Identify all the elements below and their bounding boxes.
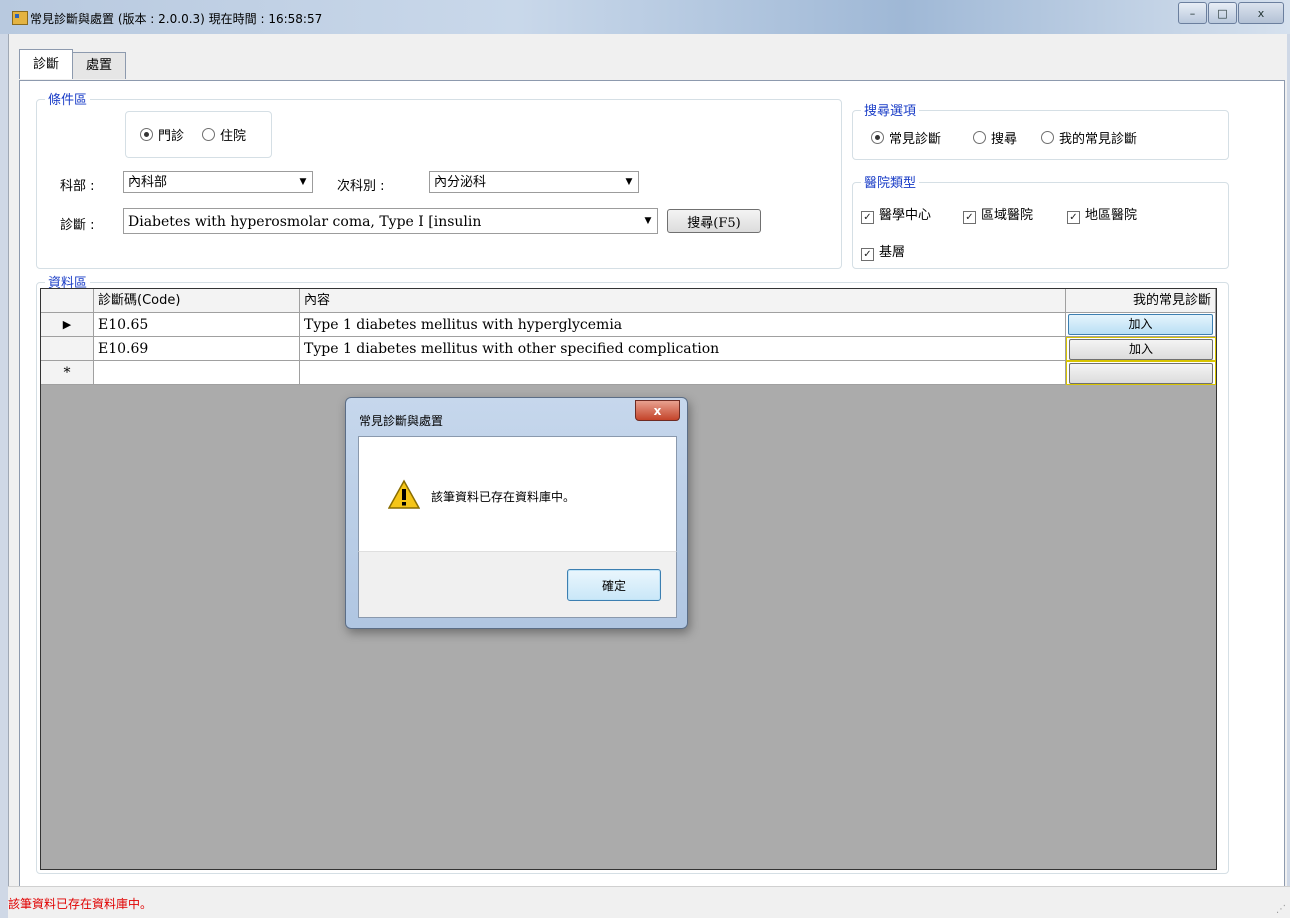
conditions-legend: 條件區 <box>45 89 91 108</box>
check-icon: ✓ <box>861 248 874 261</box>
column-header-my-common[interactable]: 我的常見診斷 <box>1066 289 1216 313</box>
chevron-down-icon: ▼ <box>639 209 657 233</box>
tab-treatment[interactable]: 處置 <box>72 52 127 79</box>
new-row[interactable]: * <box>41 361 1216 385</box>
dept-label: 科部 : <box>60 179 95 194</box>
minimize-button[interactable]: – <box>1178 2 1207 24</box>
tab-diagnosis[interactable]: 診斷 <box>19 49 74 79</box>
radio-outpatient[interactable]: 門診 <box>140 125 184 144</box>
check-icon: ✓ <box>963 211 976 224</box>
diagnosis-value: Diabetes with hyperosmolar coma, Type I … <box>128 214 482 230</box>
care-type-box: 門診 住院 <box>125 111 272 158</box>
dept-value: 內科部 <box>128 175 168 190</box>
dialog-body: 該筆資料已存在資料庫中。 <box>358 436 677 552</box>
window-title: 常見診斷與處置 (版本 : 2.0.0.3) 現在時間 : 16:58:57 <box>30 12 323 26</box>
radio-outpatient-dot <box>140 128 153 141</box>
message-dialog: 常見診斷與處置 x 該筆資料已存在資料庫中。 確定 <box>345 397 688 629</box>
cell-code[interactable] <box>94 361 300 385</box>
close-button[interactable]: x <box>1238 2 1284 24</box>
radio-outpatient-label: 門診 <box>158 129 185 144</box>
radio-my-common[interactable]: 我的常見診斷 <box>1041 128 1137 147</box>
cell-code[interactable]: E10.69 <box>94 337 300 361</box>
check-icon: ✓ <box>1067 211 1080 224</box>
diagnosis-combo[interactable]: Diabetes with hyperosmolar coma, Type I … <box>123 208 658 234</box>
radio-search-label: 搜尋 <box>991 132 1018 147</box>
ok-button[interactable]: 確定 <box>567 569 661 601</box>
tab-strip: 診斷 處置 <box>19 49 127 79</box>
dept-combo[interactable]: 內科部 ▼ <box>123 171 313 193</box>
check-medical-center[interactable]: ✓ 醫學中心 <box>861 204 931 224</box>
check-medical-center-label: 醫學中心 <box>879 208 932 223</box>
column-header-code[interactable]: 診斷碼(Code) <box>94 289 300 313</box>
cell-add: 加入 <box>1066 313 1216 337</box>
table-row[interactable]: ▶ E10.65 Type 1 diabetes mellitus with h… <box>41 313 1216 337</box>
resize-grip-icon[interactable]: ⋰ <box>1276 904 1286 915</box>
check-district-hospital-label: 地區醫院 <box>1085 208 1138 223</box>
dialog-close-button[interactable]: x <box>635 400 680 421</box>
cell-add: 加入 <box>1066 337 1216 361</box>
warning-icon <box>388 479 420 509</box>
grid-corner-header <box>41 289 94 313</box>
maximize-button[interactable]: □ <box>1208 2 1237 24</box>
radio-search[interactable]: 搜尋 <box>973 128 1017 147</box>
check-regional-hospital[interactable]: ✓ 區域醫院 <box>963 204 1033 224</box>
check-regional-hospital-label: 區域醫院 <box>981 208 1034 223</box>
subdept-value: 內分泌科 <box>434 175 487 190</box>
check-primary-care[interactable]: ✓ 基層 <box>861 241 905 261</box>
new-row-asterisk-icon: * <box>41 361 94 385</box>
column-header-content[interactable]: 內容 <box>300 289 1066 313</box>
radio-inpatient-label: 住院 <box>220 129 247 144</box>
radio-common-dot <box>871 131 884 144</box>
diag-label: 診斷 : <box>60 218 95 233</box>
subdept-combo[interactable]: 內分泌科 ▼ <box>429 171 639 193</box>
add-button-empty[interactable] <box>1069 363 1213 384</box>
check-primary-care-label: 基層 <box>879 245 906 260</box>
subdept-label: 次科別 : <box>337 179 385 194</box>
row-header <box>41 337 94 361</box>
status-message: 該筆資料已存在資料庫中。 <box>8 897 153 911</box>
search-options-group: 搜尋選項 常見診斷 搜尋 我的常見診斷 <box>852 100 1229 160</box>
search-options-legend: 搜尋選項 <box>861 100 920 119</box>
table-row[interactable]: E10.69 Type 1 diabetes mellitus with oth… <box>41 337 1216 361</box>
radio-my-common-label: 我的常見診斷 <box>1059 132 1138 147</box>
dialog-footer: 確定 <box>358 551 677 618</box>
hospital-type-group: 醫院類型 ✓ 醫學中心 ✓ 區域醫院 ✓ 地區醫院 ✓ 基層 <box>852 172 1229 269</box>
search-button[interactable]: 搜尋(F5) <box>667 209 761 233</box>
radio-common-diagnosis[interactable]: 常見診斷 <box>871 128 941 147</box>
add-button[interactable]: 加入 <box>1068 314 1213 335</box>
grid-header-row: 診斷碼(Code) 內容 我的常見診斷 <box>41 289 1216 313</box>
radio-inpatient[interactable]: 住院 <box>202 125 246 144</box>
radio-inpatient-dot <box>202 128 215 141</box>
conditions-group: 條件區 門診 住院 科部 : 內科部 ▼ 次科別 : 內分泌科 ▼ 診斷 : Dia… <box>36 89 842 269</box>
window-controls: – □ x <box>1177 2 1284 24</box>
radio-my-common-dot <box>1041 131 1054 144</box>
check-icon: ✓ <box>861 211 874 224</box>
row-selected-indicator-icon: ▶ <box>41 313 94 337</box>
cell-add <box>1066 361 1216 385</box>
hospital-type-legend: 醫院類型 <box>861 172 920 191</box>
check-district-hospital[interactable]: ✓ 地區醫院 <box>1067 204 1137 224</box>
radio-search-dot <box>973 131 986 144</box>
dialog-message: 該筆資料已存在資料庫中。 <box>431 490 576 504</box>
cell-content[interactable] <box>300 361 1066 385</box>
chevron-down-icon: ▼ <box>620 172 638 192</box>
cell-content[interactable]: Type 1 diabetes mellitus with other spec… <box>300 337 1066 361</box>
dialog-title: 常見診斷與處置 <box>359 414 444 428</box>
app-icon <box>12 11 28 25</box>
radio-common-label: 常見診斷 <box>889 132 942 147</box>
chevron-down-icon: ▼ <box>294 172 312 192</box>
cell-content[interactable]: Type 1 diabetes mellitus with hyperglyce… <box>300 313 1066 337</box>
add-button[interactable]: 加入 <box>1069 339 1213 360</box>
status-bar: 該筆資料已存在資料庫中。 ⋰ <box>8 886 1290 918</box>
window-titlebar: 常見診斷與處置 (版本 : 2.0.0.3) 現在時間 : 16:58:57 –… <box>0 0 1290 34</box>
cell-code[interactable]: E10.65 <box>94 313 300 337</box>
